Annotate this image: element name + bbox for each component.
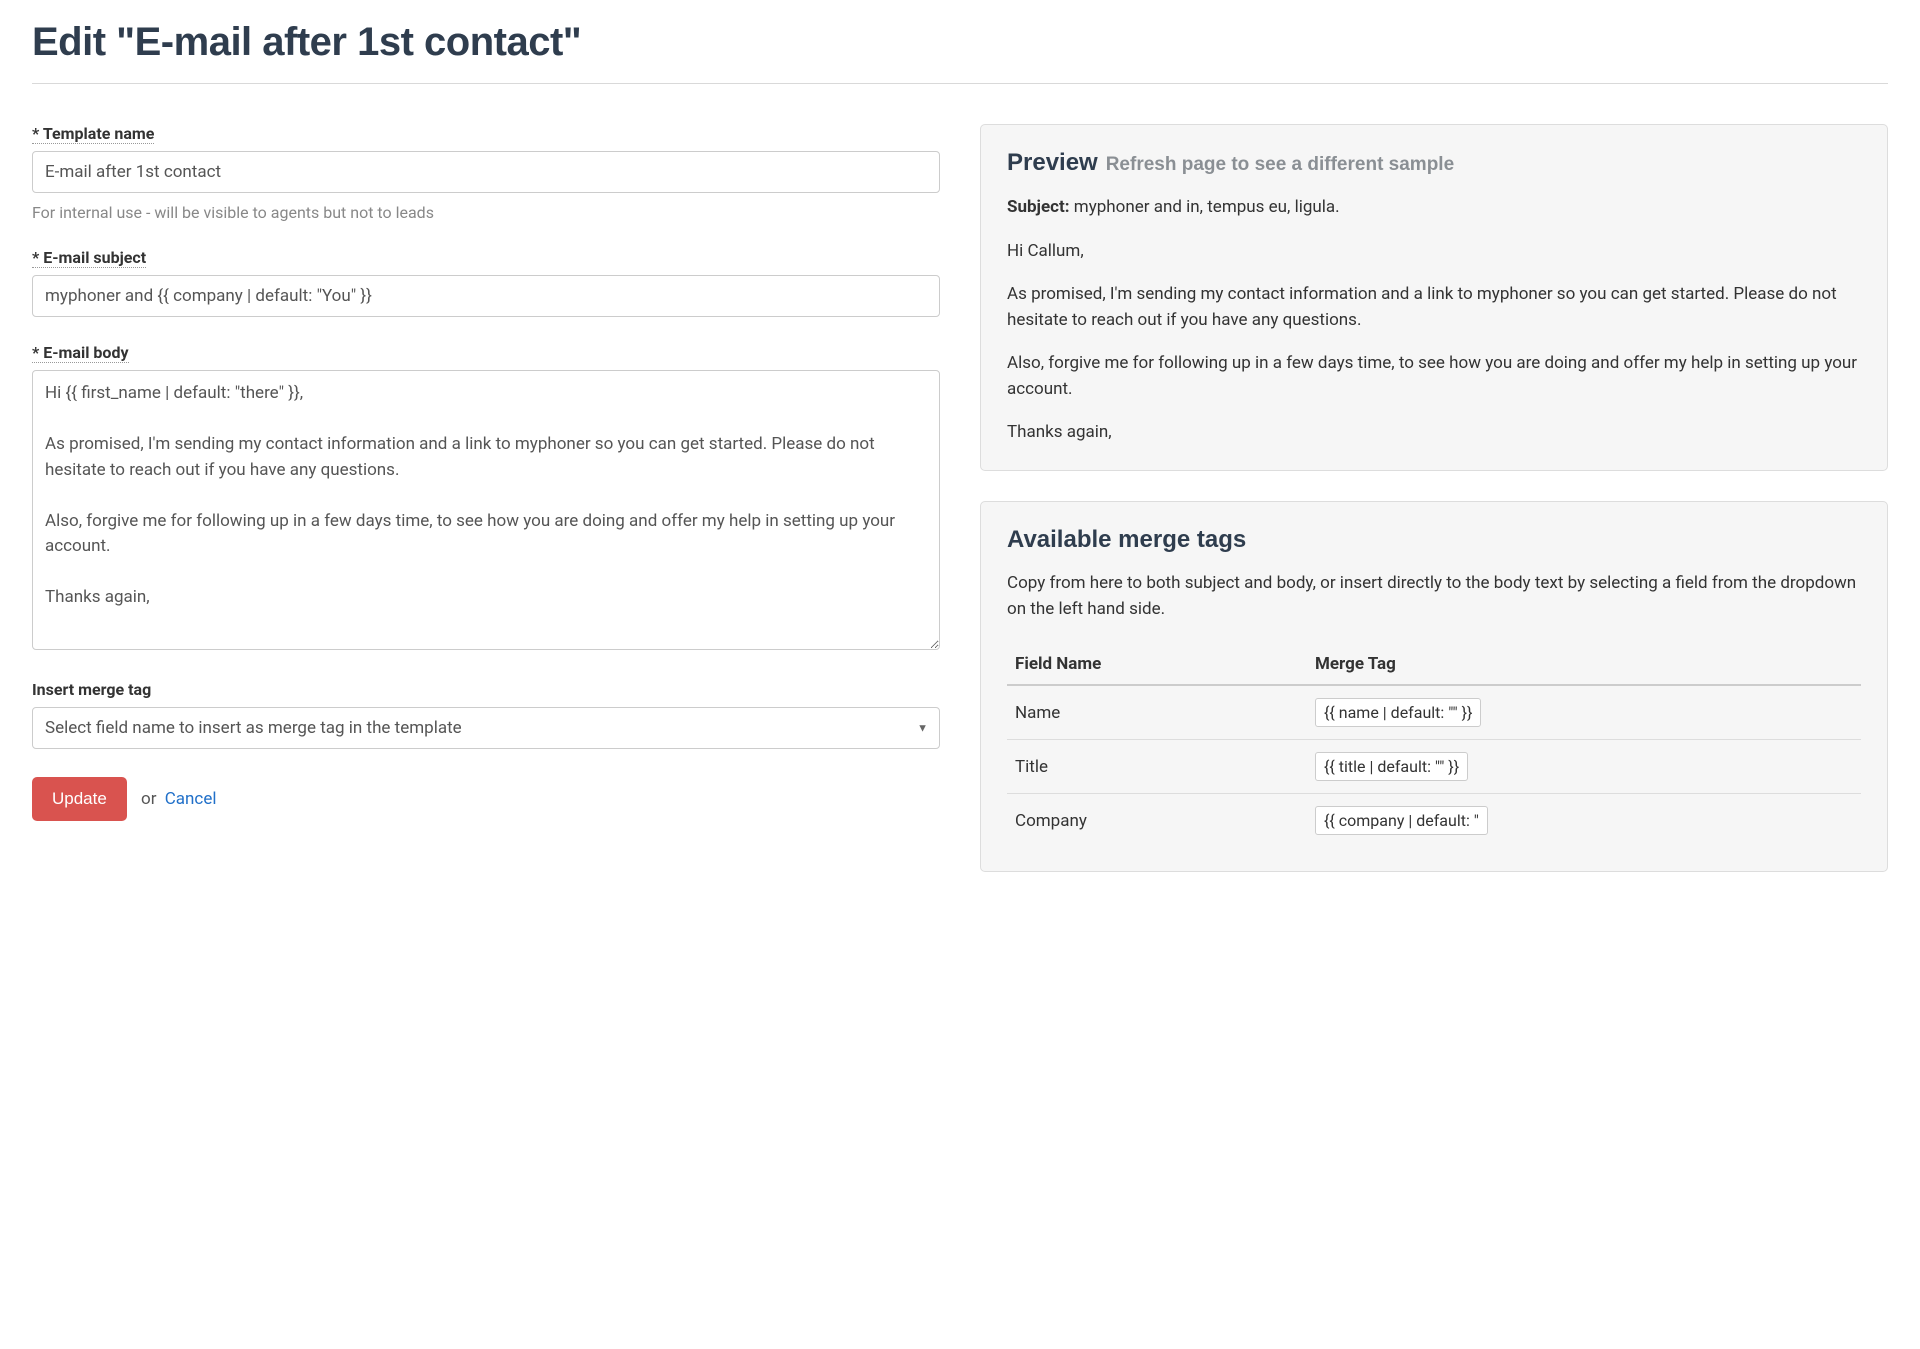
preview-panel: Preview Refresh page to see a different … (980, 124, 1888, 471)
template-name-input[interactable] (32, 151, 940, 193)
merge-field-name: Name (1007, 685, 1307, 740)
merge-tag-value[interactable]: {{ title | default: "" }} (1315, 752, 1468, 781)
preview-subject-label: Subject: (1007, 197, 1070, 217)
page-title: Edit "E-mail after 1st contact" (32, 20, 1888, 65)
merge-tag-value[interactable]: {{ name | default: "" }} (1315, 698, 1481, 727)
table-row: Title {{ title | default: "" }} (1007, 740, 1861, 794)
or-text: or (141, 789, 156, 809)
merge-col-tag: Merge Tag (1307, 644, 1861, 685)
merge-tags-table: Field Name Merge Tag Name {{ name | defa… (1007, 644, 1861, 847)
email-body-input[interactable]: Hi {{ first_name | default: "there" }}, … (32, 370, 940, 650)
insert-merge-tag-select[interactable]: Select field name to insert as merge tag… (32, 707, 940, 749)
preview-greeting: Hi Callum, (1007, 239, 1861, 265)
merge-col-field: Field Name (1007, 644, 1307, 685)
template-name-help: For internal use - will be visible to ag… (32, 203, 940, 222)
preview-heading: Preview (1007, 149, 1098, 176)
merge-tag-value[interactable]: {{ company | default: " (1315, 806, 1488, 835)
preview-signoff: Thanks again, (1007, 420, 1861, 446)
insert-merge-tag-label: Insert merge tag (32, 680, 940, 699)
merge-field-name: Title (1007, 740, 1307, 794)
merge-tags-heading: Available merge tags (1007, 526, 1246, 553)
preview-subheading: Refresh page to see a different sample (1106, 154, 1454, 175)
merge-field-name: Company (1007, 794, 1307, 848)
edit-form: * Template name For internal use - will … (32, 124, 940, 821)
table-row: Name {{ name | default: "" }} (1007, 685, 1861, 740)
merge-tags-info: Copy from here to both subject and body,… (1007, 570, 1861, 623)
title-divider (32, 83, 1888, 84)
cancel-link[interactable]: Cancel (165, 789, 217, 809)
merge-tags-panel: Available merge tags Copy from here to b… (980, 501, 1888, 873)
preview-paragraph-1: As promised, I'm sending my contact info… (1007, 282, 1861, 333)
update-button[interactable]: Update (32, 777, 127, 821)
table-row: Company {{ company | default: " (1007, 794, 1861, 848)
template-name-label: * Template name (32, 124, 940, 143)
email-body-label: * E-mail body (32, 343, 940, 362)
preview-subject-value: myphoner and in, tempus eu, ligula. (1074, 197, 1340, 217)
preview-paragraph-2: Also, forgive me for following up in a f… (1007, 351, 1861, 402)
email-subject-input[interactable] (32, 275, 940, 317)
email-subject-label: * E-mail subject (32, 248, 940, 267)
